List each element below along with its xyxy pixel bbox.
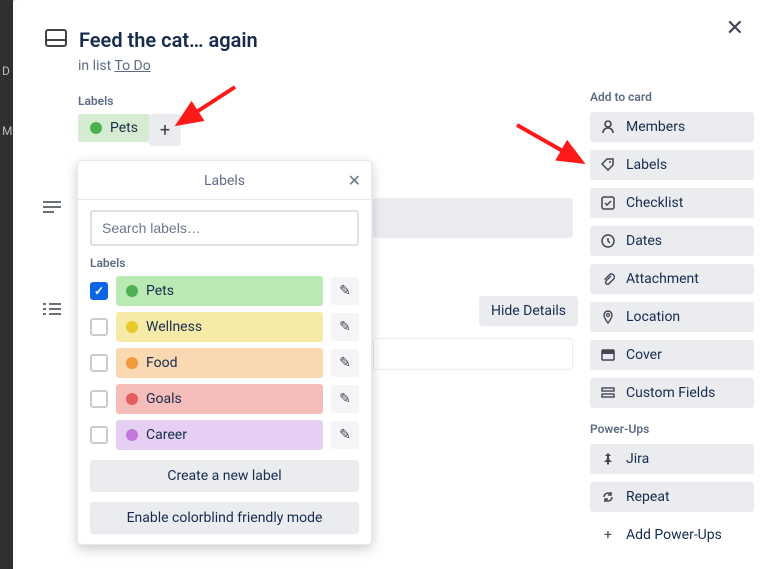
add-to-card-heading: Add to card	[590, 90, 754, 104]
plus-icon: +	[600, 527, 616, 543]
person-icon	[600, 120, 616, 134]
label-name: Career	[146, 427, 187, 443]
paperclip-icon	[600, 272, 616, 286]
checklist-icon	[600, 196, 616, 210]
label-option: Pets ✎	[90, 276, 359, 306]
label-color-dot	[126, 429, 138, 441]
fields-icon	[600, 386, 616, 400]
labels-heading: Labels	[78, 94, 113, 108]
sidebar-label: Labels	[626, 157, 667, 173]
powerups-heading: Power-Ups	[590, 422, 754, 436]
sidebar-checklist[interactable]: Checklist	[590, 188, 754, 218]
cover-icon	[600, 348, 616, 362]
card-sidebar: Add to card Members Labels Checklist Dat…	[590, 90, 754, 558]
edit-label-button[interactable]: ✎	[331, 421, 359, 449]
close-icon[interactable]: ✕	[348, 171, 361, 190]
powerup-repeat[interactable]: Repeat	[590, 482, 754, 512]
label-color-dot	[126, 357, 138, 369]
card-title[interactable]: Feed the cat… again	[79, 28, 258, 52]
add-label-button[interactable]: +	[149, 114, 181, 146]
card-list-info: in list To Do	[78, 58, 151, 74]
label-chip-pets[interactable]: Pets	[78, 114, 150, 142]
sidebar-label: Members	[626, 119, 685, 135]
label-name: Wellness	[146, 319, 202, 335]
labels-list-heading: Labels	[90, 256, 359, 270]
colorblind-mode-button[interactable]: Enable colorblind friendly mode	[90, 502, 359, 534]
jira-icon	[600, 452, 616, 466]
label-name: Food	[146, 355, 177, 371]
label-bar[interactable]: Wellness	[116, 312, 323, 342]
label-checkbox[interactable]	[90, 282, 108, 300]
edit-label-button[interactable]: ✎	[331, 385, 359, 413]
sidebar-label: Cover	[626, 347, 662, 363]
sidebar-dates[interactable]: Dates	[590, 226, 754, 256]
bg-glyph: M	[2, 124, 12, 138]
label-name: Goals	[146, 391, 182, 407]
background-strip	[0, 0, 13, 569]
sidebar-label: Add Power-Ups	[626, 527, 722, 543]
add-powerups-button[interactable]: + Add Power-Ups	[590, 520, 754, 550]
edit-label-button[interactable]: ✎	[331, 313, 359, 341]
label-checkbox[interactable]	[90, 318, 108, 336]
clock-icon	[600, 234, 616, 248]
label-color-dot	[126, 285, 138, 297]
sidebar-label: Attachment	[626, 271, 699, 287]
sidebar-labels[interactable]: Labels	[590, 150, 754, 180]
sidebar-label: Jira	[626, 451, 649, 467]
sidebar-label: Custom Fields	[626, 385, 715, 401]
location-icon	[600, 310, 616, 324]
label-bar[interactable]: Career	[116, 420, 323, 450]
sidebar-label: Checklist	[626, 195, 683, 211]
label-bar[interactable]: Food	[116, 348, 323, 378]
label-chip-text: Pets	[110, 120, 138, 136]
label-checkbox[interactable]	[90, 354, 108, 372]
label-bar[interactable]: Goals	[116, 384, 323, 414]
list-link[interactable]: To Do	[114, 58, 150, 74]
edit-label-button[interactable]: ✎	[331, 277, 359, 305]
sidebar-location[interactable]: Location	[590, 302, 754, 332]
description-panel[interactable]	[373, 198, 573, 238]
sidebar-cover[interactable]: Cover	[590, 340, 754, 370]
label-bar[interactable]: Pets	[116, 276, 323, 306]
label-checkbox[interactable]	[90, 426, 108, 444]
label-option: Career ✎	[90, 420, 359, 450]
labels-popover: Labels ✕ Labels Pets ✎ Wellness ✎ Food ✎	[77, 160, 372, 545]
card-modal: ✕ Feed the cat… again in list To Do Labe…	[13, 0, 766, 569]
label-checkbox[interactable]	[90, 390, 108, 408]
label-option: Wellness ✎	[90, 312, 359, 342]
close-icon[interactable]: ✕	[726, 18, 744, 40]
sidebar-members[interactable]: Members	[590, 112, 754, 142]
sidebar-label: Repeat	[626, 489, 670, 505]
activity-icon	[43, 300, 61, 321]
label-color-dot	[90, 122, 102, 134]
comment-input[interactable]	[373, 338, 573, 370]
label-name: Pets	[146, 283, 174, 299]
edit-label-button[interactable]: ✎	[331, 349, 359, 377]
popover-title: Labels	[204, 173, 245, 189]
create-label-button[interactable]: Create a new label	[90, 460, 359, 492]
sidebar-label: Dates	[626, 233, 662, 249]
label-option: Food ✎	[90, 348, 359, 378]
sidebar-label: Location	[626, 309, 680, 325]
sidebar-attachment[interactable]: Attachment	[590, 264, 754, 294]
powerup-jira[interactable]: Jira	[590, 444, 754, 474]
label-color-dot	[126, 321, 138, 333]
bg-glyph: D	[2, 64, 10, 78]
search-labels-input[interactable]	[90, 210, 359, 246]
list-prefix: in list	[78, 58, 114, 74]
tag-icon	[600, 158, 616, 172]
label-color-dot	[126, 393, 138, 405]
sidebar-custom-fields[interactable]: Custom Fields	[590, 378, 754, 408]
hide-details-button[interactable]: Hide Details	[479, 296, 578, 326]
card-icon	[45, 29, 67, 51]
description-icon	[43, 198, 61, 219]
label-option: Goals ✎	[90, 384, 359, 414]
repeat-icon	[600, 490, 616, 504]
